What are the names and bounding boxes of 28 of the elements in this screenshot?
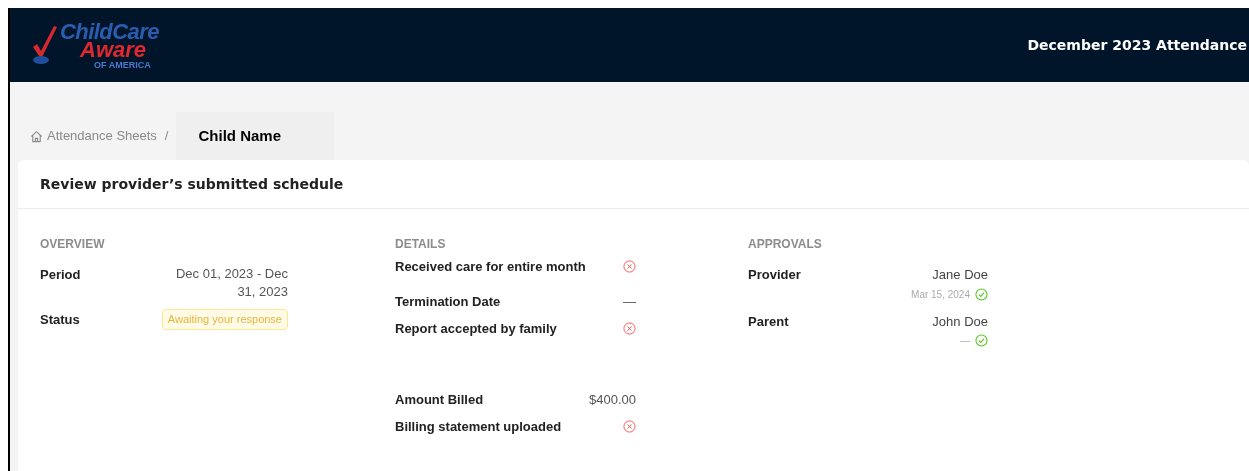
field-label: Parent: [748, 312, 789, 331]
approver-name: Jane Doe: [932, 266, 988, 284]
field-label: Report accepted by family: [395, 319, 557, 338]
home-icon: [30, 129, 43, 143]
status-badge: Awaiting your response: [161, 309, 288, 330]
logo-subtitle: OF AMERICA: [94, 60, 152, 70]
field-label: Period: [40, 266, 81, 284]
section-heading: APPROVALS: [748, 236, 823, 253]
field-label: Billing statement uploaded: [395, 417, 562, 436]
field-label: Received care for entire month: [395, 257, 586, 276]
field-value: $400.00: [589, 390, 636, 409]
section-heading: DETAILS: [395, 236, 447, 253]
field-label: Provider: [748, 266, 801, 284]
field-label: Amount Billed: [395, 390, 484, 409]
field-value: Dec 01, 2023 - Dec 31, 2023: [175, 265, 288, 301]
breadcrumb-link[interactable]: Attendance Sheets: [47, 126, 157, 146]
field-label: Status: [40, 310, 80, 329]
approval-date: —: [960, 334, 970, 348]
field-value: —: [623, 292, 636, 311]
section-heading: OVERVIEW: [40, 236, 106, 253]
card-title: Review provider’s submitted schedule: [40, 174, 344, 194]
page-title: December 2023 Attendance: [1027, 35, 1247, 55]
field-label: Termination Date: [395, 292, 501, 311]
checkmark-logo-icon: [32, 25, 58, 65]
breadcrumb-current: Child Name: [198, 125, 281, 146]
approver-name: John Doe: [932, 312, 988, 331]
breadcrumb-separator: /: [164, 127, 169, 146]
approval-date: Mar 15, 2024: [911, 287, 970, 302]
